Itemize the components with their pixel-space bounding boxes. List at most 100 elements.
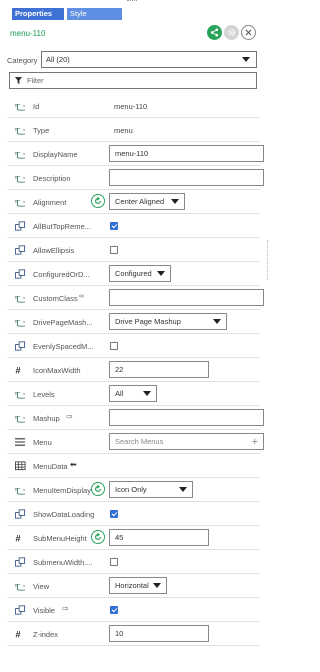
string-type-icon: T bbox=[15, 293, 26, 304]
property-row-mashup: T Mashup ⇨ bbox=[7, 406, 264, 430]
search-placeholder: Search Menus bbox=[115, 437, 164, 446]
property-row-view: T View Horizontal bbox=[7, 574, 260, 598]
svg-text:T: T bbox=[15, 391, 20, 399]
reset-icon[interactable] bbox=[91, 194, 105, 208]
property-row-alignment: T Alignment Center Aligned bbox=[7, 190, 260, 214]
resize-handle[interactable] bbox=[265, 240, 268, 280]
property-label: DisplayName bbox=[33, 150, 78, 159]
svg-text:#: # bbox=[15, 630, 20, 639]
property-row-drivepagemash: T DrivePageMash... Drive Page Mashup bbox=[7, 310, 260, 334]
property-checkbox-showdataloading[interactable] bbox=[110, 510, 118, 518]
number-type-icon: # bbox=[15, 365, 26, 376]
tab-style-properties[interactable]: Style Properties bbox=[67, 8, 122, 30]
filter-placeholder: Filter bbox=[27, 76, 44, 85]
property-checkbox-evenlyspacedm[interactable] bbox=[110, 342, 118, 350]
svg-text:T: T bbox=[15, 415, 20, 423]
svg-text:T: T bbox=[15, 319, 20, 327]
property-select-alignment[interactable]: Center Aligned bbox=[109, 193, 185, 210]
property-label: CustomClass bbox=[33, 294, 78, 303]
chevron-down-icon bbox=[171, 199, 179, 204]
boolean-type-icon bbox=[15, 269, 26, 279]
property-label: EvenlySpacedM... bbox=[33, 342, 94, 351]
select-value: Configured bbox=[115, 269, 152, 278]
chevron-down-icon bbox=[153, 583, 161, 588]
menu-search-input[interactable]: Search Menus + bbox=[109, 433, 264, 450]
drag-handle[interactable] bbox=[127, 0, 137, 3]
string-type-icon: T bbox=[15, 317, 26, 328]
boolean-type-icon bbox=[15, 245, 26, 255]
add-icon[interactable]: + bbox=[252, 435, 258, 450]
svg-text:T: T bbox=[15, 199, 20, 207]
gear-icon[interactable] bbox=[224, 25, 239, 40]
string-type-icon: T bbox=[15, 197, 26, 208]
property-row-displayname: T DisplayName menu-110 bbox=[7, 142, 264, 166]
property-select-view[interactable]: Horizontal bbox=[109, 577, 167, 594]
property-input-z-index[interactable]: 10 bbox=[109, 625, 209, 642]
reset-icon[interactable] bbox=[91, 482, 105, 496]
string-type-icon: T bbox=[15, 101, 26, 112]
property-label: IconMaxWidth bbox=[33, 366, 81, 375]
property-row-allowellipsis: AllowEllipsis bbox=[7, 238, 260, 262]
property-label: Visible bbox=[33, 606, 55, 615]
object-name: menu-110 bbox=[10, 29, 46, 38]
property-input-submenuheight[interactable]: 45 bbox=[109, 529, 209, 546]
svg-text:T: T bbox=[15, 295, 20, 303]
property-label: View bbox=[33, 582, 50, 591]
property-row-levels: T Levels All bbox=[7, 382, 260, 406]
property-checkbox-submenuwidth[interactable] bbox=[110, 558, 118, 566]
property-label: SubmenuWidth.... bbox=[33, 558, 93, 567]
property-row-z-index: # Z-index 10 bbox=[7, 622, 260, 646]
svg-text:T: T bbox=[15, 151, 20, 159]
string-type-icon: T bbox=[15, 173, 26, 184]
select-value: Drive Page Mashup bbox=[115, 317, 181, 326]
property-label: AllowEllipsis bbox=[33, 246, 75, 255]
svg-text:T: T bbox=[15, 487, 20, 495]
number-type-icon: # bbox=[15, 533, 26, 544]
property-checkbox-allowellipsis[interactable] bbox=[110, 246, 118, 254]
boolean-type-icon bbox=[15, 509, 26, 519]
property-select-menuitemdisplay[interactable]: Icon Only bbox=[109, 481, 193, 498]
filter-icon bbox=[15, 77, 22, 84]
property-select-levels[interactable]: All bbox=[109, 385, 157, 402]
chevron-down-icon bbox=[179, 487, 187, 492]
property-row-allbuttopreme: AllButTopReme... bbox=[7, 214, 260, 238]
property-row-customclass: T CustomClass ∞ bbox=[7, 286, 264, 310]
menu-type-icon bbox=[15, 437, 26, 447]
property-checkbox-visible[interactable] bbox=[110, 606, 118, 614]
select-value: Center Aligned bbox=[115, 197, 165, 206]
string-type-icon: T bbox=[15, 125, 26, 136]
chevron-down-icon bbox=[157, 271, 165, 276]
chevron-down-icon bbox=[242, 57, 250, 62]
property-row-showdataloading: ShowDataLoading bbox=[7, 502, 260, 526]
property-value: menu bbox=[114, 126, 133, 135]
property-select-configuredord[interactable]: Configured bbox=[109, 265, 171, 282]
string-type-icon: T bbox=[15, 581, 26, 592]
property-row-visible: Visible ⇨ bbox=[7, 598, 260, 622]
property-input-displayname[interactable]: menu-110 bbox=[109, 145, 264, 162]
property-label: MenuItemDisplay bbox=[33, 486, 91, 495]
property-row-menuitemdisplay: T MenuItemDisplay Icon Only bbox=[7, 478, 260, 502]
close-icon[interactable] bbox=[241, 25, 256, 40]
property-row-evenlyspacedm: EvenlySpacedM... bbox=[7, 334, 260, 358]
property-label: ConfiguredOrD... bbox=[33, 270, 90, 279]
property-checkbox-allbuttopreme[interactable] bbox=[110, 222, 118, 230]
property-select-drivepagemash[interactable]: Drive Page Mashup bbox=[109, 313, 227, 330]
property-input-description[interactable] bbox=[109, 169, 264, 186]
select-value: Horizontal bbox=[115, 581, 149, 590]
property-label: MenuData bbox=[33, 462, 68, 471]
property-input-customclass[interactable] bbox=[109, 289, 264, 306]
svg-text:T: T bbox=[15, 103, 20, 111]
property-input-iconmaxwidth[interactable]: 22 bbox=[109, 361, 209, 378]
string-type-icon: T bbox=[15, 149, 26, 160]
category-label: Category bbox=[7, 56, 38, 65]
property-label: ShowDataLoading bbox=[33, 510, 95, 519]
filter-input[interactable]: Filter bbox=[9, 72, 257, 89]
tab-properties[interactable]: Properties bbox=[12, 8, 64, 20]
property-label: AllButTopReme... bbox=[33, 222, 91, 231]
category-select[interactable]: All (20) bbox=[41, 51, 257, 68]
share-icon[interactable] bbox=[207, 25, 222, 40]
reset-icon[interactable] bbox=[91, 530, 105, 544]
property-input-mashup[interactable] bbox=[109, 409, 264, 426]
property-row-menudata: MenuData ⬅ bbox=[7, 454, 260, 478]
string-type-icon: T bbox=[15, 485, 26, 496]
